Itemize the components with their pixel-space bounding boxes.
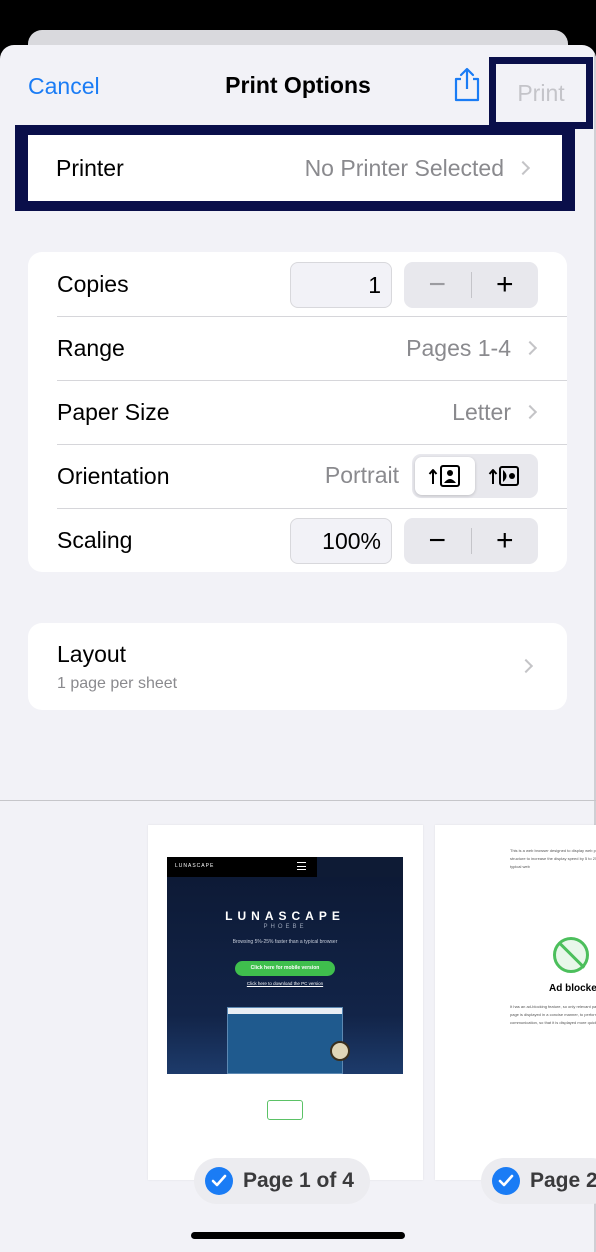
scaling-field[interactable]: 100%: [290, 518, 392, 564]
home-indicator[interactable]: [191, 1232, 405, 1239]
print-settings-group: Copies 1 − + Range Pages 1-4 Paper Size …: [28, 252, 567, 572]
page-2-text-top: This is a web browser designed to displa…: [510, 848, 596, 869]
preview-divider: [0, 800, 596, 801]
range-label: Range: [57, 334, 125, 361]
paper-size-row[interactable]: Paper Size Letter: [28, 380, 567, 444]
portrait-orientation-icon: [428, 465, 460, 487]
printer-value-text: No Printer Selected: [304, 154, 504, 181]
browser-icon: [267, 1100, 303, 1120]
screenshot-subtitle: PHOEBE: [263, 924, 307, 930]
page-2-heading: Ad blocker: [549, 983, 596, 994]
screenshot-title: LUNASCAPE: [225, 909, 345, 923]
ad-blocker-icon: [553, 937, 589, 973]
page-1-badge: Page 1 of 4: [194, 1158, 370, 1204]
scaling-stepper: − +: [404, 518, 538, 564]
paper-size-label: Paper Size: [57, 398, 170, 425]
share-icon[interactable]: [451, 66, 483, 102]
paper-size-value-text: Letter: [452, 398, 511, 425]
printer-value: No Printer Selected: [305, 155, 532, 182]
chevron-right-icon: [518, 658, 534, 674]
scaling-row: Scaling 100% − +: [28, 508, 567, 572]
hamburger-menu-icon: [297, 862, 306, 870]
page-1-badge-label: Page 1 of 4: [243, 1169, 354, 1192]
scaling-decrement-button[interactable]: −: [404, 518, 471, 564]
printer-row[interactable]: Printer No Printer Selected: [28, 135, 562, 201]
copies-decrement-button[interactable]: −: [404, 262, 471, 308]
page-2-badge-label: Page 2: [530, 1169, 596, 1192]
copies-field[interactable]: 1: [290, 262, 392, 308]
orientation-segmented-control: [412, 454, 538, 498]
paper-size-value: Letter: [452, 399, 539, 426]
screenshot-pc-link: Click here to download the PC version: [246, 981, 324, 986]
screenshot-brand: LUNASCAPE: [175, 863, 215, 869]
range-value-text: Pages 1-4: [406, 334, 511, 361]
printer-row-highlight: Printer No Printer Selected: [15, 125, 575, 211]
screenshot-text: Browsing 5%-25% faster than a typical br…: [232, 939, 338, 945]
screenshot-header: LUNASCAPE: [167, 857, 317, 877]
nav-bar: Cancel Print Options Print: [0, 45, 596, 129]
copies-increment-button[interactable]: +: [472, 262, 539, 308]
page-preview-1[interactable]: LUNASCAPE LUNASCAPE PHOEBE Browsing 5%-2…: [148, 825, 423, 1180]
landscape-orientation-icon: [488, 466, 519, 486]
checkmark-icon: [492, 1167, 520, 1195]
printer-label: Printer: [56, 154, 124, 181]
chevron-right-icon: [522, 404, 538, 420]
page-2-text-bottom: It has an ad-blocking feature, so only r…: [510, 1004, 596, 1025]
print-button[interactable]: Print: [496, 64, 586, 122]
chevron-right-icon: [522, 340, 538, 356]
orientation-value: Portrait: [324, 462, 399, 488]
clock-icon: [330, 1041, 350, 1061]
checkmark-icon: [205, 1167, 233, 1195]
layout-row[interactable]: Layout 1 page per sheet: [28, 623, 567, 710]
screenshot-browser-image: [227, 1007, 343, 1074]
portrait-option[interactable]: [415, 457, 475, 495]
print-options-sheet: Cancel Print Options Print Printer No Pr…: [0, 45, 596, 1252]
copies-stepper: − +: [404, 262, 538, 308]
range-row[interactable]: Range Pages 1-4: [28, 316, 567, 380]
layout-subtitle: 1 page per sheet: [57, 675, 178, 692]
layout-label: Layout: [57, 641, 127, 667]
orientation-row: Orientation Portrait: [28, 444, 567, 508]
page-2-badge: Page 2: [481, 1158, 596, 1204]
screenshot-mobile-button: Click here for mobile version: [235, 961, 335, 976]
range-value: Pages 1-4: [406, 335, 539, 362]
print-button-highlight: Print: [489, 57, 593, 129]
chevron-right-icon: [515, 160, 531, 176]
page-1-screenshot: LUNASCAPE LUNASCAPE PHOEBE Browsing 5%-2…: [167, 857, 403, 1074]
page-preview-2[interactable]: This is a web browser designed to displa…: [435, 825, 596, 1180]
copies-row: Copies 1 − +: [28, 252, 567, 316]
scaling-increment-button[interactable]: +: [472, 518, 539, 564]
landscape-option[interactable]: [475, 457, 535, 495]
